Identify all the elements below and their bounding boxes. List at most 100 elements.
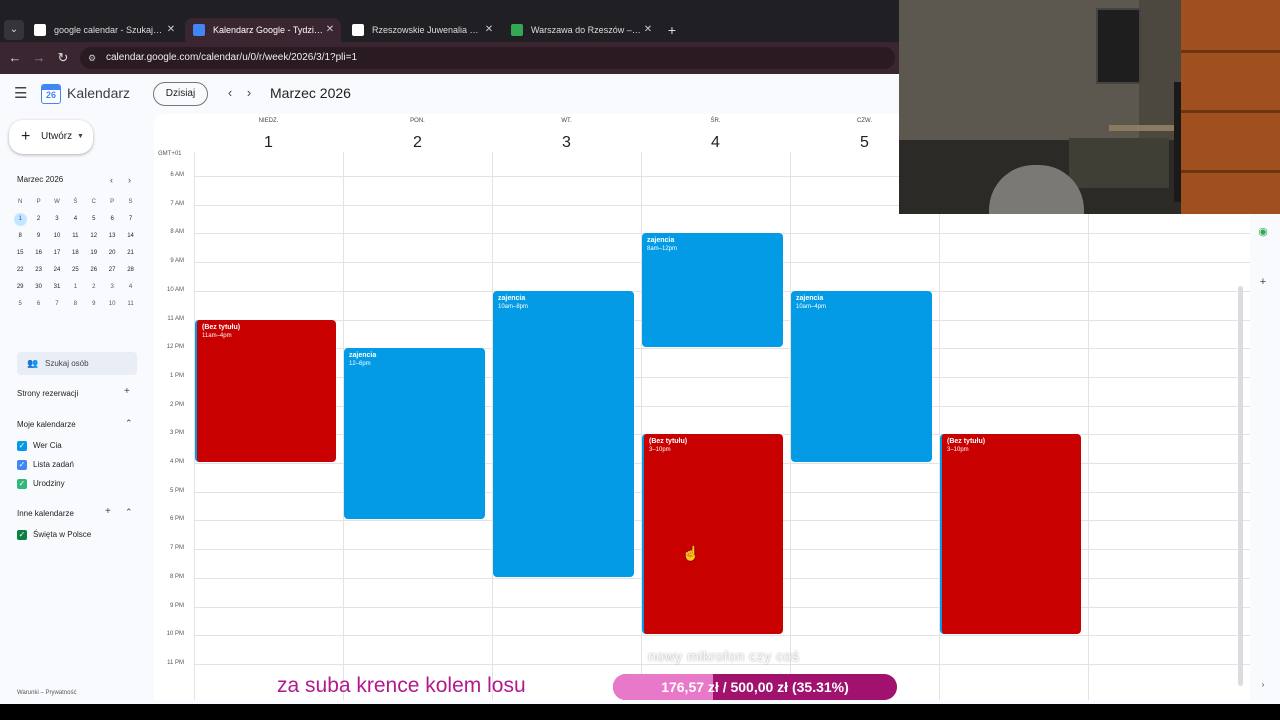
mini-day[interactable]: 6 (103, 211, 121, 228)
mini-day[interactable]: 1 (11, 211, 29, 228)
mini-day[interactable]: 26 (85, 262, 103, 279)
calendar-event[interactable]: zajencia 10am–8pm (493, 290, 634, 577)
collapse-other-calendars-icon[interactable]: ⌃ (125, 507, 133, 518)
browser-tab[interactable]: google calendar - Szukaj w Goo✕ (26, 18, 182, 42)
next-week-icon[interactable]: › (242, 86, 256, 100)
back-icon[interactable]: ← (7, 50, 23, 66)
mini-day[interactable]: 31 (48, 279, 66, 296)
mini-day[interactable]: 7 (121, 211, 139, 228)
calendar-item[interactable]: ✓ Lista zadań (17, 459, 74, 471)
mini-day[interactable]: 4 (121, 279, 139, 296)
add-other-calendar-icon[interactable]: + (105, 506, 111, 517)
mini-day[interactable]: 19 (85, 245, 103, 262)
calendar-item[interactable]: ✓ Urodziny (17, 478, 65, 490)
mini-day[interactable]: 1 (66, 279, 84, 296)
footer-links[interactable]: Warunki – Prywatność (17, 690, 76, 696)
browser-tab[interactable]: Warszawa do Rzeszów – Mapy G✕ (503, 18, 659, 42)
mini-day[interactable]: 16 (29, 245, 47, 262)
mini-day[interactable]: 5 (11, 296, 29, 313)
mini-day[interactable]: 23 (29, 262, 47, 279)
main-menu-icon[interactable]: ☰ (14, 86, 30, 102)
close-tab-icon[interactable]: ✕ (164, 18, 178, 42)
day-number[interactable]: 3 (492, 134, 641, 152)
calendar-event[interactable]: zajencia 8am–12pm (642, 233, 783, 348)
mini-day[interactable]: 6 (29, 296, 47, 313)
calendar-event[interactable]: zajencia 12–6pm (344, 348, 485, 520)
create-button[interactable]: + Utwórz ▼ (9, 120, 93, 154)
day-header[interactable]: PON. 2 (343, 114, 492, 162)
mini-day[interactable]: 3 (48, 211, 66, 228)
mini-day[interactable]: 9 (29, 228, 47, 245)
day-header[interactable]: NIEDZ. 1 (194, 114, 343, 162)
mini-day[interactable]: 21 (121, 245, 139, 262)
mini-next-month-icon[interactable]: › (128, 175, 131, 185)
mini-day[interactable]: 28 (121, 262, 139, 279)
close-tab-icon[interactable]: ✕ (323, 18, 337, 42)
mini-day[interactable]: 7 (48, 296, 66, 313)
search-people-input[interactable]: 👥 Szukaj osób (17, 352, 137, 375)
mini-day[interactable]: 11 (121, 296, 139, 313)
mini-day[interactable]: 17 (48, 245, 66, 262)
mini-day[interactable]: 5 (85, 211, 103, 228)
checkbox-icon[interactable]: ✓ (17, 460, 27, 470)
mini-day[interactable]: 2 (29, 211, 47, 228)
close-tab-icon[interactable]: ✕ (641, 18, 655, 42)
mini-day[interactable]: 2 (85, 279, 103, 296)
mini-day[interactable]: 3 (103, 279, 121, 296)
collapse-my-calendars-icon[interactable]: ⌃ (125, 418, 133, 429)
day-number[interactable]: 1 (194, 134, 343, 152)
expand-panel-icon[interactable]: › (1256, 680, 1270, 689)
mini-day[interactable]: 29 (11, 279, 29, 296)
add-booking-page-icon[interactable]: + (124, 386, 130, 397)
day-header[interactable]: ŚR. 4 (641, 114, 790, 162)
new-tab-button[interactable]: + (664, 20, 680, 40)
today-button[interactable]: Dzisiaj (153, 82, 208, 106)
mini-day[interactable]: 9 (85, 296, 103, 313)
mini-day[interactable]: 27 (103, 262, 121, 279)
calendar-event[interactable]: zajencia 10am–4pm (791, 290, 932, 462)
mini-day[interactable]: 10 (103, 296, 121, 313)
calendar-event[interactable]: (Bez tytułu) 3–10pm (940, 434, 1081, 635)
browser-tab[interactable]: Kalendarz Google - Tydzień, w k✕ (185, 18, 341, 42)
previous-week-icon[interactable]: ‹ (223, 86, 237, 100)
mini-day[interactable]: 11 (66, 228, 84, 245)
mini-day[interactable]: 18 (66, 245, 84, 262)
close-tab-icon[interactable]: ✕ (482, 18, 496, 42)
calendar-event[interactable]: (Bez tytułu) 11am–4pm (195, 319, 336, 462)
checkbox-icon[interactable]: ✓ (17, 479, 27, 489)
site-info-icon[interactable]: ⚙ (88, 52, 100, 64)
maps-addon-icon[interactable]: ◉ (1256, 225, 1270, 238)
calendar-item[interactable]: ✓ Święta w Polsce (17, 529, 91, 541)
mini-day[interactable]: 10 (48, 228, 66, 245)
mini-prev-month-icon[interactable]: ‹ (110, 175, 113, 185)
mini-day[interactable]: 15 (11, 245, 29, 262)
browser-tab[interactable]: Rzeszowskie Juwenalia 2026 | R✕ (344, 18, 500, 42)
add-addon-icon[interactable]: + (1256, 276, 1270, 288)
url-field[interactable]: ⚙ calendar.google.com/calendar/u/0/r/wee… (80, 47, 895, 69)
mini-day[interactable]: 4 (66, 211, 84, 228)
day-number[interactable]: 2 (343, 134, 492, 152)
forward-icon[interactable]: → (31, 50, 47, 66)
mini-day[interactable]: 20 (103, 245, 121, 262)
day-header[interactable]: WT. 3 (492, 114, 641, 162)
checkbox-icon[interactable]: ✓ (17, 441, 27, 451)
tab-search-icon[interactable]: ⌄ (4, 20, 24, 40)
mini-day[interactable]: 12 (85, 228, 103, 245)
mini-day[interactable]: 13 (103, 228, 121, 245)
mini-day[interactable]: 25 (66, 262, 84, 279)
other-calendars-title[interactable]: Inne kalendarze (17, 509, 74, 518)
mini-day[interactable]: 24 (48, 262, 66, 279)
mini-day[interactable]: 14 (121, 228, 139, 245)
day-number[interactable]: 4 (641, 134, 790, 152)
mini-day[interactable]: 22 (11, 262, 29, 279)
calendar-event[interactable]: (Bez tytułu) 3–10pm (642, 434, 783, 635)
my-calendars-title[interactable]: Moje kalendarze (17, 420, 76, 429)
calendar-logo[interactable]: 26 (41, 84, 61, 104)
checkbox-icon[interactable]: ✓ (17, 530, 27, 540)
mini-day[interactable]: 8 (11, 228, 29, 245)
grid-scrollbar[interactable] (1238, 286, 1243, 686)
reload-icon[interactable]: ↻ (55, 50, 71, 66)
mini-day[interactable]: 30 (29, 279, 47, 296)
mini-day[interactable]: 8 (66, 296, 84, 313)
calendar-item[interactable]: ✓ Wer Cia (17, 440, 62, 452)
